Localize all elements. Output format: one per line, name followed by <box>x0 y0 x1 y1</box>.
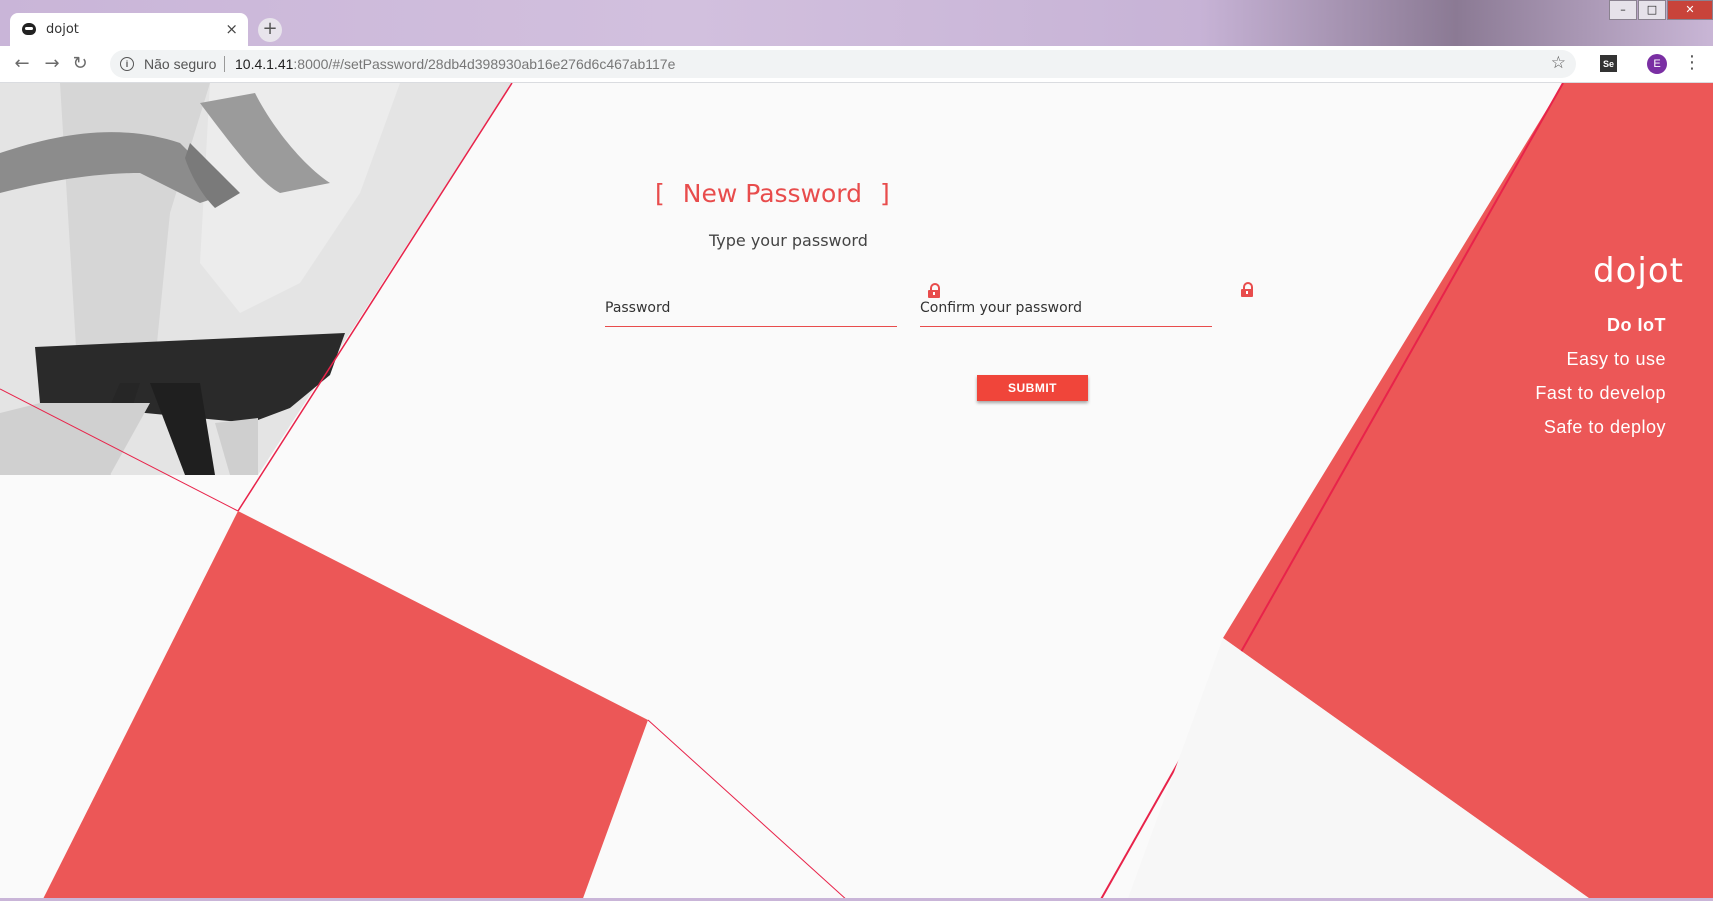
url-text[interactable]: 10.4.1.41:8000/#/setPassword/28db4d39893… <box>235 56 675 72</box>
os-background <box>0 0 1713 46</box>
security-label[interactable]: Não seguro <box>144 56 216 72</box>
submit-button[interactable]: SUBMIT <box>977 375 1088 401</box>
close-window-button[interactable]: ✕ <box>1667 0 1713 20</box>
password-lock-icon <box>928 283 940 298</box>
window-controls: – □ ✕ <box>1608 0 1713 20</box>
browser-tab[interactable]: dojot × <box>10 13 248 46</box>
forward-arrow-icon[interactable]: → <box>40 52 64 76</box>
page-subtitle: Type your password <box>709 231 868 250</box>
password-input[interactable] <box>605 292 897 324</box>
page-content: [ New Password] Type your password SUBMIT… <box>0 83 1713 901</box>
info-icon[interactable]: i <box>120 57 134 71</box>
tab-close-icon[interactable]: × <box>225 20 238 38</box>
title-bracket-close: ] <box>880 179 890 208</box>
tagline-easy: Easy to use <box>1566 349 1666 369</box>
tab-title: dojot <box>46 22 79 37</box>
password-field <box>605 292 897 327</box>
dojot-logo: dojot <box>1593 251 1684 291</box>
url-host: 10.4.1.41 <box>235 56 294 72</box>
profile-avatar[interactable]: E <box>1647 54 1667 74</box>
title-bracket-open: [ <box>655 179 665 208</box>
new-tab-button[interactable]: + <box>258 18 282 42</box>
maximize-button[interactable]: □ <box>1638 0 1666 20</box>
address-bar[interactable]: i Não seguro 10.4.1.41:8000/#/setPasswor… <box>110 50 1576 78</box>
url-path: :8000/#/setPassword/28db4d398930ab16e276… <box>293 56 676 72</box>
browser-menu-icon[interactable]: ⋮ <box>1683 52 1701 73</box>
minimize-button[interactable]: – <box>1609 0 1637 20</box>
dojot-favicon-icon <box>22 23 36 35</box>
extension-icon[interactable]: Se <box>1600 55 1617 72</box>
title-text: New Password <box>682 179 863 208</box>
tagline-do-iot: Do IoT <box>1607 315 1666 335</box>
back-arrow-icon[interactable]: ← <box>10 52 34 76</box>
bookmark-star-icon[interactable]: ☆ <box>1551 53 1566 73</box>
karate-photo <box>0 83 512 475</box>
reload-icon[interactable]: ↻ <box>68 52 92 76</box>
browser-toolbar: ← → ↻ i Não seguro 10.4.1.41:8000/#/setP… <box>0 46 1713 83</box>
confirm-lock-icon[interactable] <box>1241 282 1253 297</box>
confirm-password-input[interactable] <box>920 292 1212 324</box>
tagline-fast: Fast to develop <box>1535 383 1666 403</box>
page-title: [ New Password] <box>655 179 890 208</box>
address-divider <box>224 56 225 72</box>
confirm-password-field <box>920 292 1212 327</box>
tagline-safe: Safe to deploy <box>1543 417 1666 437</box>
